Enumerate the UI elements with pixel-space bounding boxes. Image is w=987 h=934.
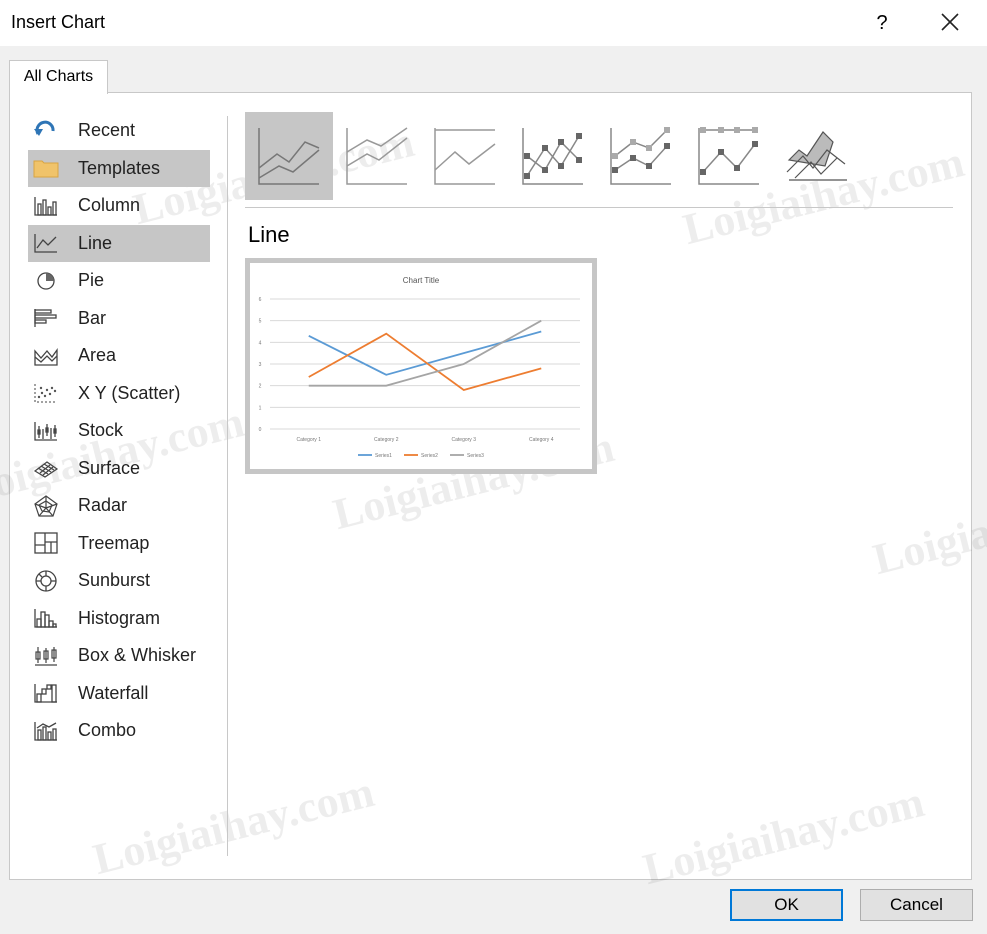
sidebar-item-stock[interactable]: Stock xyxy=(28,412,210,450)
stock-chart-icon xyxy=(33,420,59,442)
sidebar-item-label: Box & Whisker xyxy=(78,645,197,666)
sidebar-item-label: Bar xyxy=(78,307,107,328)
legend-label: Series2 xyxy=(421,453,438,459)
bar-chart-icon xyxy=(33,307,59,329)
sidebar-item-treemap[interactable]: Treemap xyxy=(28,525,210,563)
x-tick-label: Category 1 xyxy=(297,437,322,443)
sidebar-divider xyxy=(227,116,228,856)
sidebar-item-label: Treemap xyxy=(78,532,150,553)
help-button[interactable]: ? xyxy=(870,8,894,38)
waterfall-chart-icon xyxy=(33,682,59,704)
sidebar-item-label: Column xyxy=(78,195,141,216)
sidebar-item-surface[interactable]: Surface xyxy=(28,450,210,488)
column-chart-icon xyxy=(33,195,59,217)
subtype-line-with-markers[interactable] xyxy=(509,112,597,200)
surface-chart-icon xyxy=(33,457,59,479)
sidebar-item-label: X Y (Scatter) xyxy=(78,382,181,403)
scatter-chart-icon xyxy=(33,382,59,404)
line-chart-icon xyxy=(33,232,59,254)
sidebar-item-label: Templates xyxy=(78,157,161,178)
folder-icon xyxy=(33,157,59,179)
x-tick-label: Category 4 xyxy=(529,437,554,443)
line-icon xyxy=(258,128,320,185)
sidebar-item-pie[interactable]: Pie xyxy=(28,262,210,300)
sidebar-item-label: Recent xyxy=(78,120,136,141)
chart-type-title: Line xyxy=(248,222,290,247)
gallery-divider xyxy=(245,207,953,208)
sidebar-item-radar[interactable]: Radar xyxy=(28,487,210,525)
100-stacked-line-icon xyxy=(434,128,496,185)
subtype-stacked-line[interactable] xyxy=(333,112,421,200)
area-chart-icon xyxy=(33,345,59,367)
sidebar-item-sunburst[interactable]: Sunburst xyxy=(28,562,210,600)
stacked-line-with-markers-icon xyxy=(610,127,671,185)
sidebar-item-combo[interactable]: Combo xyxy=(28,712,210,750)
box-whisker-chart-icon xyxy=(33,645,59,667)
x-tick-label: Category 3 xyxy=(452,437,477,443)
subtype-stacked-line-with-markers[interactable] xyxy=(597,112,685,200)
100-stacked-line-with-markers-icon xyxy=(698,127,759,185)
sidebar-item-waterfall[interactable]: Waterfall xyxy=(28,675,210,713)
sidebar-item-column[interactable]: Column xyxy=(28,187,210,225)
combo-chart-icon xyxy=(33,720,59,742)
sidebar-item-line[interactable]: Line xyxy=(28,224,210,262)
subtype-100-stacked-line[interactable] xyxy=(421,112,509,200)
dialog-title: Insert Chart xyxy=(11,12,106,32)
chart-preview[interactable]: Chart Title 0 1 2 3 4 5 6 Category 1 Category 2… xyxy=(245,258,597,474)
sidebar-item-label: Combo xyxy=(78,720,137,741)
stacked-line-icon xyxy=(346,127,408,185)
y-tick-label: 0 xyxy=(259,427,262,433)
y-tick-label: 5 xyxy=(259,319,262,325)
sidebar-item-scatter[interactable]: X Y (Scatter) xyxy=(28,375,210,413)
sidebar-item-label: Pie xyxy=(78,270,105,291)
y-tick-label: 4 xyxy=(259,340,262,346)
subtype-100-stacked-line-with-markers[interactable] xyxy=(685,112,773,200)
sidebar-item-label: Histogram xyxy=(78,607,161,628)
tab-all-charts[interactable]: All Charts xyxy=(9,60,108,94)
y-tick-label: 1 xyxy=(259,405,262,411)
legend-label: Series1 xyxy=(375,453,392,459)
subtype-3d-line[interactable] xyxy=(773,112,861,200)
sidebar-item-label: Radar xyxy=(78,495,128,516)
sidebar-item-label: Waterfall xyxy=(78,682,149,703)
sidebar-item-templates[interactable]: Templates xyxy=(28,149,210,187)
sidebar-item-histogram[interactable]: Histogram xyxy=(28,600,210,638)
line-with-markers-icon xyxy=(522,128,583,185)
sidebar-item-label: Area xyxy=(78,345,117,366)
histogram-chart-icon xyxy=(33,607,59,629)
3d-line-icon xyxy=(786,131,847,181)
sidebar-item-bar[interactable]: Bar xyxy=(28,300,210,338)
cancel-button[interactable]: Cancel xyxy=(860,889,973,921)
recent-icon xyxy=(33,120,59,142)
y-tick-label: 3 xyxy=(259,362,262,368)
preview-chart: Chart Title 0 1 2 3 4 5 6 Category 1 Category 2… xyxy=(250,263,592,469)
sunburst-chart-icon xyxy=(33,570,59,592)
legend-label: Series3 xyxy=(467,453,484,459)
subtype-line[interactable] xyxy=(245,112,333,200)
close-icon xyxy=(941,13,959,31)
close-button[interactable] xyxy=(934,6,966,38)
y-tick-label: 6 xyxy=(259,297,262,303)
pie-chart-icon xyxy=(33,270,59,292)
sidebar-item-label: Surface xyxy=(78,457,141,478)
sidebar-item-box-whisker[interactable]: Box & Whisker xyxy=(28,637,210,675)
sidebar-item-area[interactable]: Area xyxy=(28,337,210,375)
x-tick-label: Category 2 xyxy=(374,437,399,443)
chart-title: Chart Title xyxy=(403,276,440,285)
radar-chart-icon xyxy=(33,495,59,517)
y-tick-label: 2 xyxy=(259,384,262,390)
chart-type-list: Recent Templates Column Line Pie Bar Are… xyxy=(28,112,210,750)
sidebar-item-label: Sunburst xyxy=(78,570,151,591)
ok-button[interactable]: OK xyxy=(730,889,843,921)
treemap-chart-icon xyxy=(33,532,59,554)
title-bar: Insert Chart ? xyxy=(0,0,987,46)
sidebar-item-label: Line xyxy=(78,232,113,253)
sidebar-item-recent[interactable]: Recent xyxy=(28,112,210,150)
sidebar-item-label: Stock xyxy=(78,420,124,441)
